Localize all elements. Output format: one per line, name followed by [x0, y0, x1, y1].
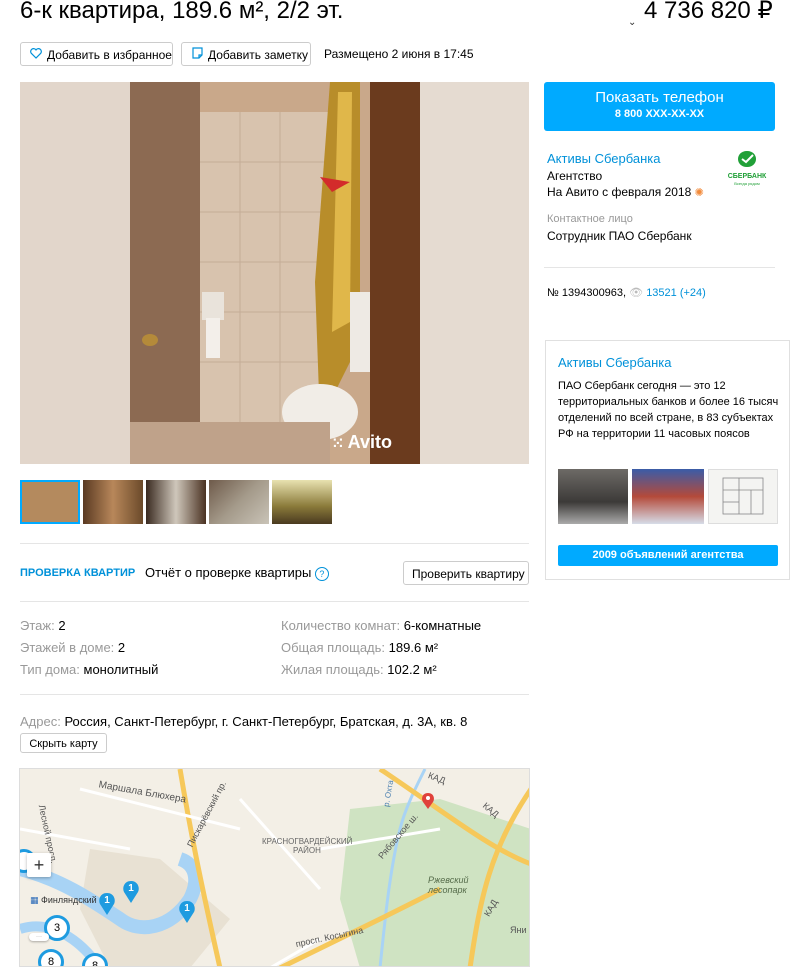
- check-apartment-button[interactable]: Проверить квартиру: [403, 561, 529, 585]
- sberbank-logo-icon: [738, 151, 756, 167]
- param-rooms: Количество комнат: 6-комнатные: [281, 618, 482, 633]
- map[interactable]: Маршала Блюхера Пискарёвский пр. Лесной …: [19, 768, 530, 967]
- param-living-area: Жилая площадь: 102.2 м²: [281, 662, 437, 677]
- divider: [20, 694, 529, 695]
- param-floors: Этажей в доме: 2: [20, 640, 126, 655]
- zoom-in-button[interactable]: +: [27, 853, 51, 877]
- check-report: Отчёт о проверке квартиры ?: [145, 565, 329, 581]
- views-count[interactable]: 13521 (+24): [646, 287, 706, 299]
- photo-thumbnail[interactable]: [209, 480, 269, 524]
- listing-stats: № 1394300963, 👁 13521 (+24): [547, 286, 706, 299]
- help-icon[interactable]: ?: [314, 567, 329, 581]
- map-cluster-marker[interactable]: 1: [97, 893, 117, 915]
- map-label: КРАСНОГВАРДЕЙСКИЙ РАЙОН: [262, 837, 353, 855]
- avito-watermark: ⁙ Avito: [332, 432, 392, 452]
- main-photo[interactable]: ⁙ Avito: [20, 82, 529, 464]
- contact-name: Сотрудник ПАО Сбербанк: [547, 229, 692, 243]
- sberbank-logo: СБЕРБАНК Всегда рядом: [720, 150, 774, 186]
- param-total-area: Общая площадь: 189.6 м²: [281, 640, 439, 655]
- address: Адрес: Россия, Санкт-Петербург, г. Санкт…: [20, 714, 468, 729]
- param-house-type: Тип дома: монолитный: [20, 662, 159, 677]
- listing-id: № 1394300963,: [547, 287, 627, 299]
- photo-thumbnail[interactable]: [20, 480, 80, 524]
- photo-thumbnail[interactable]: [83, 480, 143, 524]
- agency-listings-button[interactable]: 2009 объявлений агентства: [558, 545, 778, 566]
- agency-card: Активы Сбербанка ПАО Сбербанк сегодня — …: [545, 340, 790, 580]
- posted-date: Размещено 2 июня в 17:45: [324, 47, 474, 61]
- photo-thumbnail[interactable]: [146, 480, 206, 524]
- add-favorite-button[interactable]: Добавить в избранное: [20, 42, 173, 66]
- zoom-slider-handle[interactable]: ···: [29, 933, 49, 941]
- photo-thumbnail[interactable]: [272, 480, 332, 524]
- agency-photo[interactable]: [632, 469, 704, 524]
- contact-caption: Контактное лицо: [547, 213, 633, 225]
- check-tag: ПРОВЕРКА КВАРТИР: [20, 567, 136, 579]
- map-cluster-marker[interactable]: 1: [121, 881, 141, 903]
- param-floor: Этаж: 2: [20, 618, 66, 633]
- divider: [20, 601, 529, 602]
- agency-photo[interactable]: [558, 469, 628, 524]
- eye-icon: 👁: [629, 287, 644, 299]
- price-value: 4 736 820 ₽: [644, 0, 773, 24]
- divider: [544, 267, 775, 268]
- seller-since: На Авито с февраля 2018 ✺: [547, 185, 704, 199]
- seller-name-link[interactable]: Активы Сбербанка: [547, 151, 661, 166]
- note-icon: [190, 43, 204, 67]
- seller-type: Агентство: [547, 169, 603, 183]
- chevron-down-icon[interactable]: ⌄: [628, 6, 640, 28]
- add-note-button[interactable]: Добавить заметку: [181, 42, 311, 66]
- agency-description: ПАО Сбербанк сегодня — это 12 территориа…: [558, 380, 779, 440]
- heart-icon: [29, 43, 43, 67]
- map-canvas: [20, 769, 529, 966]
- photo-image: [20, 82, 529, 464]
- hide-map-button[interactable]: Скрыть карту: [20, 733, 107, 753]
- avito-logo-icon: ⁙: [332, 435, 348, 451]
- train-icon: ▦: [30, 895, 39, 905]
- show-phone-button[interactable]: Показать телефон 8 800 XXX-XX-XX: [544, 82, 775, 131]
- badge-icon: ✺: [694, 187, 704, 199]
- agency-title[interactable]: Активы Сбербанка: [558, 355, 672, 370]
- map-label: Яни: [510, 925, 527, 935]
- divider: [20, 543, 529, 544]
- map-label: Ржевский лесопарк: [428, 875, 469, 895]
- agency-photo[interactable]: [708, 469, 778, 524]
- map-cluster-marker[interactable]: 1: [177, 901, 197, 923]
- listing-price: ⌄ 4 736 820 ₽: [628, 0, 773, 28]
- listing-title: 6-к квартира, 189.6 м², 2/2 эт.: [20, 0, 344, 24]
